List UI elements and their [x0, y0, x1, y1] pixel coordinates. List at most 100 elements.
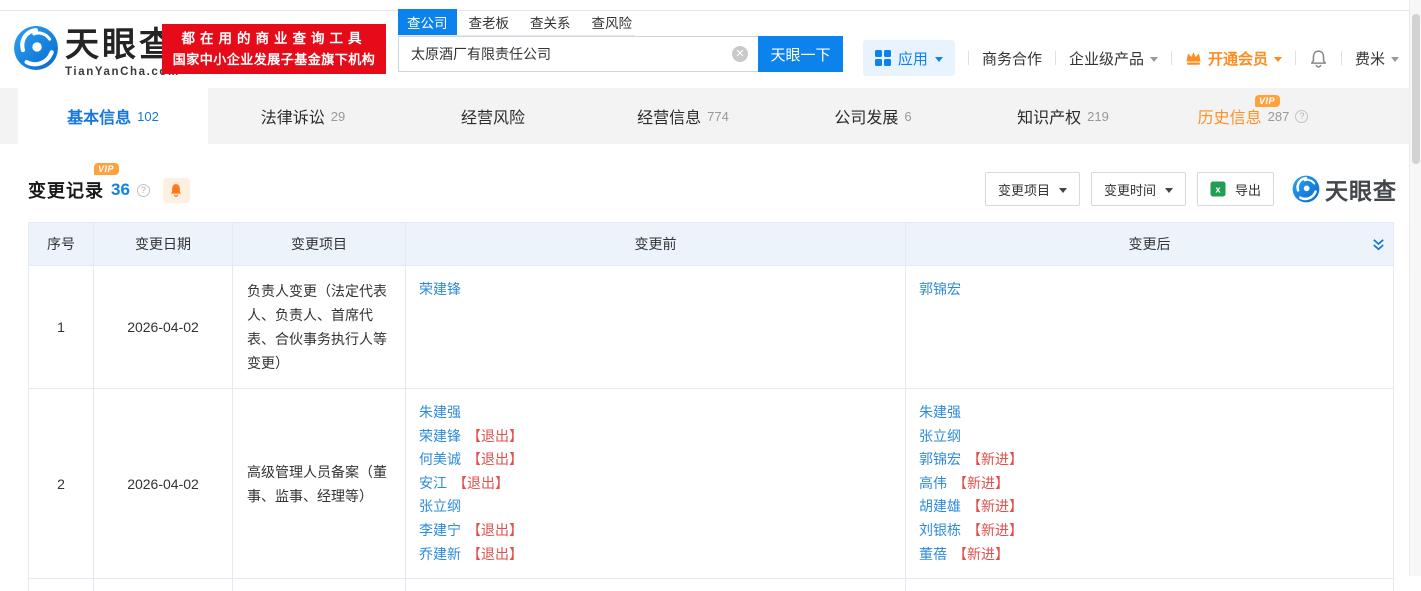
site-header: 天眼查 TianYanCha.com 都在用的商业查询工具 国家中小企业发展子基… [0, 11, 1421, 88]
caret-down-icon [1150, 57, 1158, 62]
person-link[interactable]: 张立纲 [919, 428, 961, 444]
person-link[interactable]: 董蓓 [919, 546, 947, 562]
vertical-scrollbar-thumb[interactable] [1412, 14, 1420, 164]
person-line: 朱建强 [419, 401, 892, 425]
question-help-icon: ? [1295, 110, 1308, 123]
filter-change-time-label: 变更时间 [1104, 180, 1156, 199]
nav-business-cooperation[interactable]: 商务合作 [982, 48, 1042, 69]
tabbar-tab-1[interactable]: 法律诉讼 29 [208, 88, 398, 144]
person-tag: 【新进】 [953, 475, 1009, 491]
search-tab-risk[interactable]: 查风险 [592, 12, 633, 35]
person-link[interactable]: 刘银栋 [919, 522, 961, 538]
promo-banner: 都在用的商业查询工具 国家中小企业发展子基金旗下机构 [162, 24, 386, 74]
search-area: 查公司 查老板 查关系 查风险 ✕ 天眼一下 [398, 16, 843, 72]
person-link[interactable]: 乔建新 [419, 546, 461, 562]
person-line: 李建宁【退出】 [419, 519, 892, 543]
cell-item: 负责人变更（法定代表人、负责人、首席代表、合伙事务执行人等变更） [233, 266, 406, 389]
vip-label: 开通会员 [1208, 48, 1268, 69]
tab-count: 102 [137, 109, 159, 124]
company-tabbar: 基本信息102 法律诉讼 29 经营风险经营信息774公司发展6知识产权219历史信息… [0, 88, 1421, 144]
person-tag: 【退出】 [453, 475, 509, 491]
search-tabs: 查公司 查老板 查关系 查风险 [398, 16, 635, 36]
search-input[interactable] [398, 36, 758, 72]
person-link[interactable]: 何美诚 [419, 451, 461, 467]
site-logo[interactable]: 天眼查 TianYanCha.com [13, 25, 180, 78]
swirl-logo-icon [1292, 175, 1320, 203]
tabbar-tab-4[interactable]: 公司发展6 [778, 88, 968, 144]
col-header-after-label: 变更后 [1129, 236, 1171, 252]
person-line: 朱建强 [919, 401, 1380, 425]
person-link[interactable]: 郭锦宏 [919, 451, 961, 467]
tab-label: 法律诉讼 [261, 104, 325, 128]
swirl-logo-icon [13, 25, 59, 71]
cell-empty [233, 579, 406, 591]
person-link[interactable]: 安江 [419, 475, 447, 491]
person-line: 郭锦宏【新进】 [919, 448, 1380, 472]
person-tag: 【新进】 [953, 546, 1009, 562]
tabbar-tab-6[interactable]: 历史信息287VIP? [1158, 88, 1348, 144]
question-help-icon[interactable]: ? [137, 184, 150, 197]
filter-change-item-button[interactable]: 变更项目 [985, 172, 1080, 206]
export-button[interactable]: x 导出 [1197, 172, 1274, 206]
person-line: 安江【退出】 [419, 472, 892, 496]
tab-count: 774 [707, 109, 729, 124]
nav-separator [1341, 51, 1342, 65]
cell-no: 2 [29, 389, 94, 579]
col-header-before: 变更前 [406, 223, 906, 266]
tabbar-tab-2[interactable]: 经营风险 [398, 88, 588, 144]
tabbar-tab-0[interactable]: 基本信息102 [18, 88, 208, 144]
tab-count: 29 [331, 109, 345, 124]
nav-open-vip[interactable]: 开通会员 [1185, 48, 1282, 69]
vertical-scrollbar-track[interactable] [1409, 0, 1421, 576]
subscribe-bell-button[interactable] [163, 178, 190, 203]
search-button[interactable]: 天眼一下 [758, 36, 843, 72]
cell-empty [29, 579, 94, 591]
section-count: 36 [111, 180, 130, 200]
bell-icon[interactable] [1309, 49, 1328, 68]
person-line: 荣建锋 [419, 278, 892, 302]
apps-menu-button[interactable]: 应用 [863, 40, 955, 76]
person-tag: 【新进】 [967, 522, 1023, 538]
clear-icon[interactable]: ✕ [732, 46, 748, 62]
nav-user-menu[interactable]: 费米 [1355, 48, 1399, 69]
username: 费米 [1355, 48, 1385, 69]
nav-separator [1171, 51, 1172, 65]
cell-after: 郭锦宏 [906, 266, 1394, 389]
person-link[interactable]: 李建宁 [419, 522, 461, 538]
search-tab-boss[interactable]: 查老板 [469, 12, 510, 35]
cell-after: 朱建强张立纲郭锦宏【新进】高伟【新进】胡建雄【新进】刘银栋【新进】董蓓【新进】 [906, 389, 1394, 579]
cell-date: 2026-04-02 [94, 266, 233, 389]
cell-date: 2026-04-02 [94, 389, 233, 579]
person-link[interactable]: 张立纲 [419, 498, 461, 514]
person-line: 张立纲 [919, 425, 1380, 449]
tabbar-tab-3[interactable]: 经营信息774 [588, 88, 778, 144]
apps-label: 应用 [898, 48, 928, 69]
col-header-date: 变更日期 [94, 223, 233, 266]
bell-icon [169, 183, 183, 197]
search-tab-relation[interactable]: 查关系 [530, 12, 571, 35]
person-link[interactable]: 胡建雄 [919, 498, 961, 514]
person-line: 张立纲 [419, 495, 892, 519]
tab-count: 219 [1087, 109, 1109, 124]
cell-no: 1 [29, 266, 94, 389]
excel-icon: x [1210, 181, 1226, 197]
search-tab-company[interactable]: 查公司 [398, 9, 457, 35]
double-chevron-down-icon[interactable] [1371, 237, 1386, 252]
person-link[interactable]: 荣建锋 [419, 281, 461, 297]
watermark-brand: 天眼查 [1292, 172, 1397, 206]
cell-before: 朱建强荣建锋【退出】何美诚【退出】安江【退出】张立纲李建宁【退出】乔建新【退出】 [406, 389, 906, 579]
person-link[interactable]: 荣建锋 [419, 428, 461, 444]
tabbar-tab-5[interactable]: 知识产权219 [968, 88, 1158, 144]
person-link[interactable]: 郭锦宏 [919, 281, 961, 297]
cell-before: 荣建锋 [406, 266, 906, 389]
person-line: 胡建雄【新进】 [919, 495, 1380, 519]
person-tag: 【退出】 [467, 522, 523, 538]
person-link[interactable]: 朱建强 [919, 404, 961, 420]
nav-separator [968, 51, 969, 65]
filter-change-time-button[interactable]: 变更时间 [1091, 172, 1186, 206]
nav-enterprise-products[interactable]: 企业级产品 [1069, 48, 1158, 69]
person-link[interactable]: 朱建强 [419, 404, 461, 420]
cell-item: 高级管理人员备案（董事、监事、经理等） [233, 389, 406, 579]
caret-down-icon [1165, 188, 1173, 193]
person-link[interactable]: 高伟 [919, 475, 947, 491]
